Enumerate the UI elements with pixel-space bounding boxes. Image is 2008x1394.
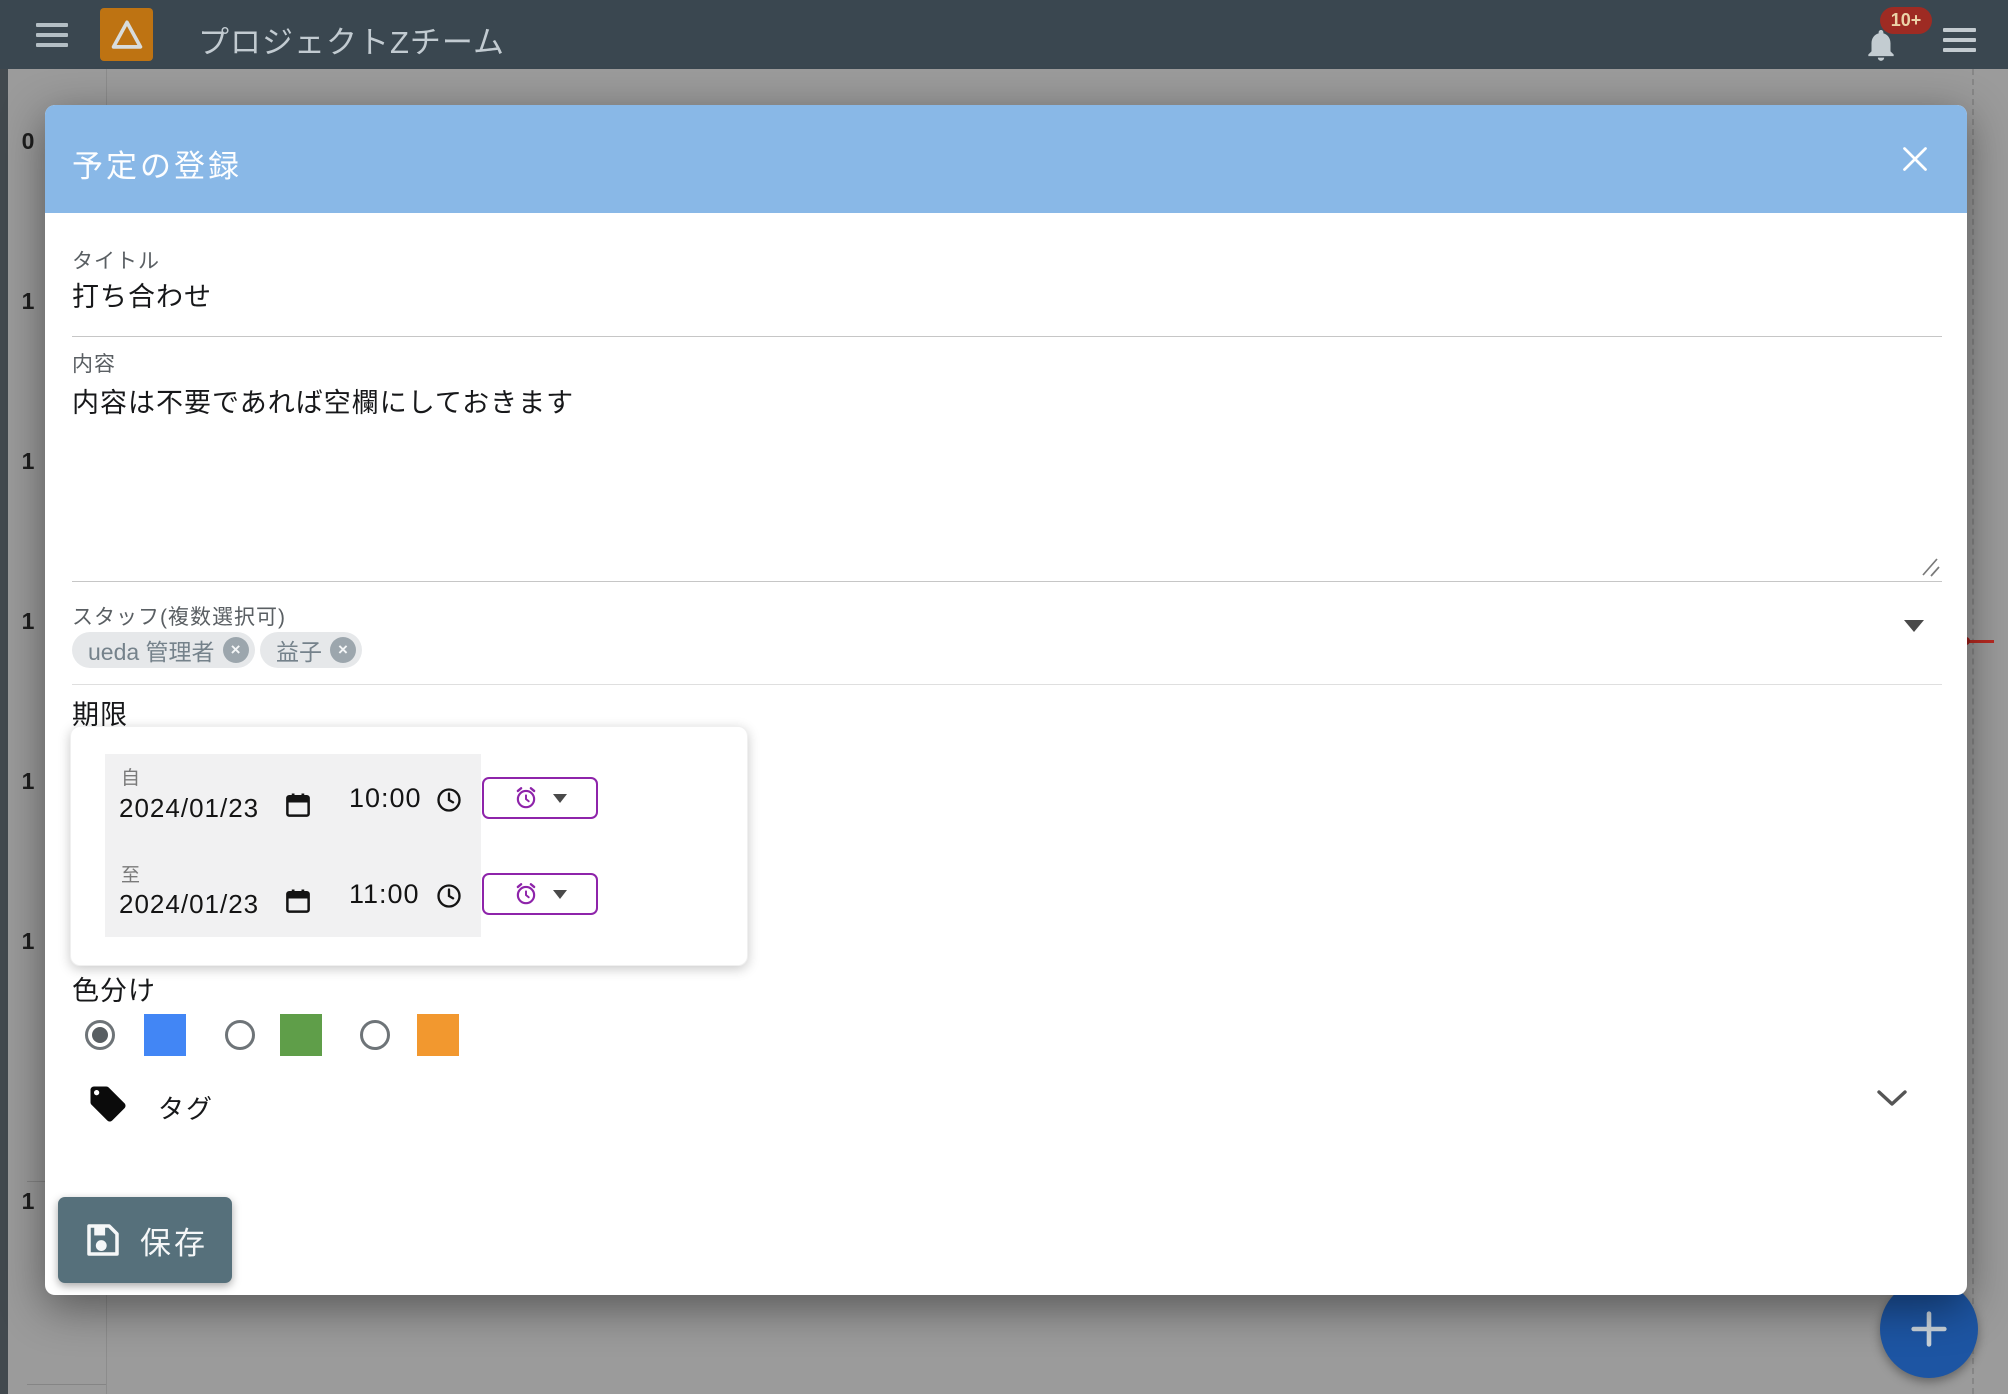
tag-expand-chevron-icon[interactable] xyxy=(1875,1087,1909,1114)
alarm-clock-icon xyxy=(513,785,539,811)
to-alarm-button[interactable] xyxy=(482,873,598,915)
notification-count-badge: 10+ xyxy=(1880,7,1932,34)
clock-icon[interactable] xyxy=(435,786,463,819)
time-axis-label: 1 xyxy=(16,288,40,315)
content-field-label: 内容 xyxy=(72,348,116,378)
calendar-grid-line-dashed xyxy=(1972,69,1974,1394)
close-icon[interactable] xyxy=(1897,141,1933,177)
from-time-input[interactable]: 10:00 xyxy=(349,783,422,814)
save-button-label: 保存 xyxy=(140,1218,208,1263)
color-swatch-blue[interactable] xyxy=(144,1014,186,1056)
to-date-input[interactable]: 2024/01/23 xyxy=(119,889,259,920)
alarm-clock-icon xyxy=(513,881,539,907)
app-bar: プロジェクトZチーム 10+ xyxy=(0,0,2008,69)
save-floppy-icon xyxy=(82,1219,124,1261)
staff-field-divider xyxy=(72,684,1942,685)
from-alarm-button[interactable] xyxy=(482,777,598,819)
to-time-input[interactable]: 11:00 xyxy=(349,879,420,910)
deadline-card: 自 2024/01/23 10:00 xyxy=(70,726,748,966)
time-axis-label: 1 xyxy=(16,768,40,795)
tag-icon xyxy=(87,1081,129,1132)
staff-chip[interactable]: 益子 × xyxy=(260,632,362,668)
chip-remove-icon[interactable]: × xyxy=(223,637,249,663)
to-label: 至 xyxy=(121,860,140,887)
tag-section-label: タグ xyxy=(158,1089,214,1126)
color-radio-blue[interactable] xyxy=(85,1020,115,1050)
staff-field-label: スタッフ(複数選択可) xyxy=(72,601,286,631)
time-axis-label: 1 xyxy=(16,928,40,955)
time-axis-label: 1 xyxy=(16,608,40,635)
calendar-grid-line-horizontal xyxy=(27,1181,45,1182)
staff-chip-label: 益子 xyxy=(276,633,322,667)
content-textarea[interactable]: 内容は不要であれば空欄にしておきます xyxy=(72,381,574,420)
color-section-label: 色分け xyxy=(72,969,156,1008)
content-textarea-underline xyxy=(72,581,1942,582)
alarm-dropdown-caret-icon xyxy=(553,890,567,899)
calendar-grid-line-horizontal xyxy=(27,1384,106,1385)
menu-icon[interactable] xyxy=(36,23,68,47)
radio-selected-dot xyxy=(92,1027,108,1043)
alarm-dropdown-caret-icon xyxy=(553,794,567,803)
calendar-left-strip xyxy=(0,69,8,1394)
dialog-header: 予定の登録 xyxy=(45,105,1967,213)
calendar-icon[interactable] xyxy=(283,790,313,825)
triangle-logo-icon xyxy=(108,16,146,54)
plus-icon xyxy=(1906,1306,1952,1352)
from-label: 自 xyxy=(121,763,140,790)
dialog-title: 予定の登録 xyxy=(72,141,242,186)
from-date-input[interactable]: 2024/01/23 xyxy=(119,793,259,824)
app-logo[interactable] xyxy=(100,8,153,61)
save-button[interactable]: 保存 xyxy=(58,1197,232,1283)
title-field-label: タイトル xyxy=(72,245,160,275)
textarea-resize-grip-icon[interactable] xyxy=(1915,555,1943,584)
calendar-icon[interactable] xyxy=(283,886,313,921)
event-registration-dialog: 予定の登録 タイトル 打ち合わせ 内容 内容は不要であれば空欄にしておきます ス… xyxy=(45,105,1967,1295)
time-axis-label: 1 xyxy=(16,1188,40,1215)
overflow-menu-icon[interactable] xyxy=(1943,28,1976,52)
color-radio-orange[interactable] xyxy=(360,1020,390,1050)
title-input-underline xyxy=(72,336,1942,337)
staff-chip[interactable]: ueda 管理者 × xyxy=(72,632,255,668)
time-axis-label: 1 xyxy=(16,448,40,475)
color-radio-green[interactable] xyxy=(225,1020,255,1050)
clock-icon[interactable] xyxy=(435,882,463,915)
screen: 0 1 1 1 1 1 1 プロジェクトZチーム 10+ xyxy=(0,0,2008,1394)
current-time-line xyxy=(1966,640,1994,643)
title-input[interactable]: 打ち合わせ xyxy=(72,275,212,314)
staff-chip-label: ueda 管理者 xyxy=(88,633,215,667)
chip-remove-icon[interactable]: × xyxy=(330,637,356,663)
staff-dropdown-caret-icon[interactable] xyxy=(1904,620,1924,632)
color-swatch-orange[interactable] xyxy=(417,1014,459,1056)
color-swatch-green[interactable] xyxy=(280,1014,322,1056)
app-title: プロジェクトZチーム xyxy=(198,17,505,62)
time-axis-label: 0 xyxy=(16,128,40,155)
